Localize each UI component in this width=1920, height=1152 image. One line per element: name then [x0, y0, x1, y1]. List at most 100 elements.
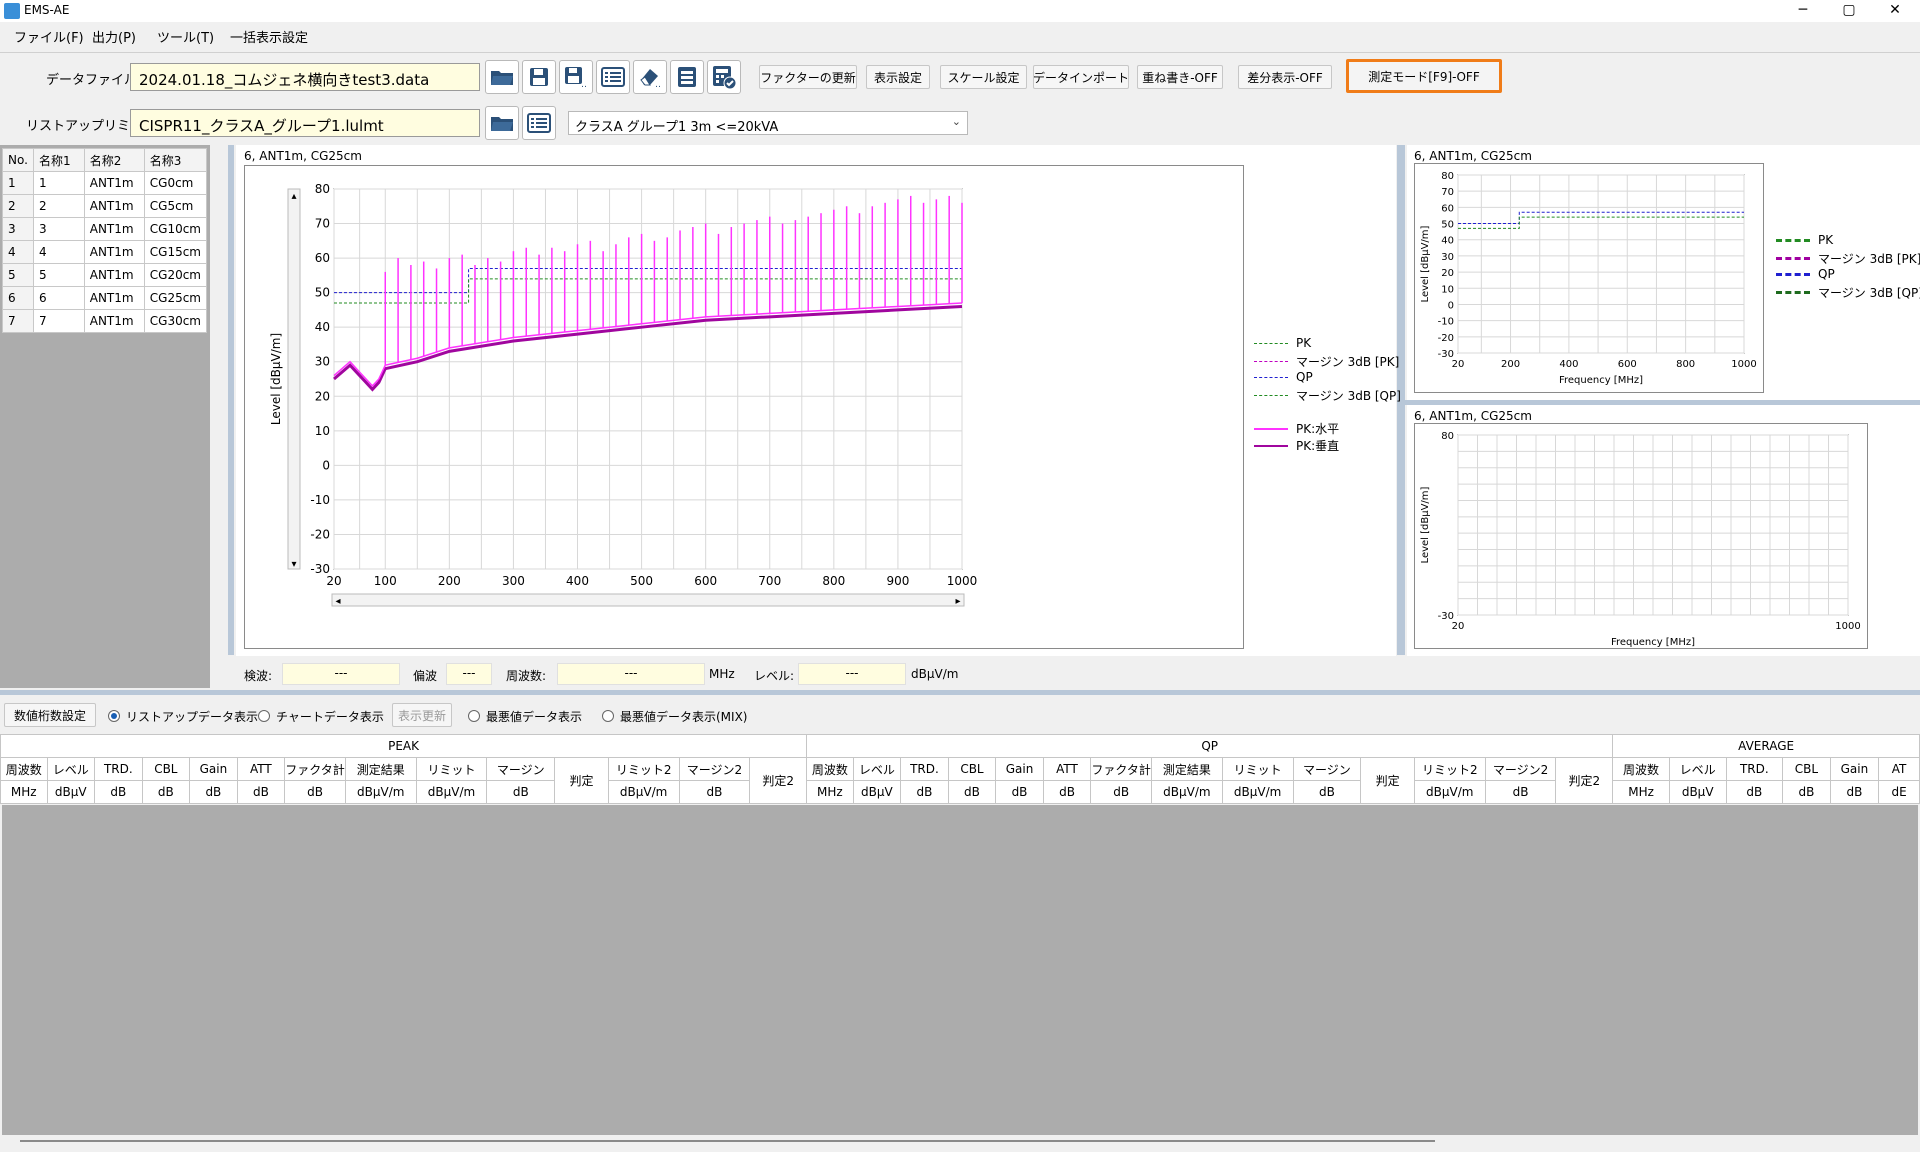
column-header[interactable]: レベル	[46, 757, 96, 781]
radio-chart[interactable]: チャートデータ表示	[258, 708, 384, 725]
list-row[interactable]: 7 7 ANT1m CG30cm	[2, 309, 208, 333]
list-row[interactable]: 6 6 ANT1m CG25cm	[2, 286, 208, 310]
scroll-right-icon: ▸	[955, 596, 960, 607]
close-button[interactable]: ✕	[1872, 0, 1918, 22]
y-tick-label: 40	[1441, 236, 1454, 247]
column-unit: dB	[1090, 780, 1152, 804]
diff-display-toggle-button[interactable]: 差分表示-OFF	[1238, 65, 1332, 89]
column-header[interactable]: ATT	[1042, 757, 1092, 781]
refresh-display-button[interactable]: 表示更新	[392, 703, 452, 727]
column-header[interactable]: 測定結果	[344, 757, 417, 781]
column-header[interactable]: 判定2	[1555, 757, 1614, 804]
data-import-button[interactable]: データインポート	[1033, 65, 1129, 89]
list-row[interactable]: 2 2 ANT1m CG5cm	[2, 194, 208, 218]
vertical-scrollbar[interactable]	[287, 188, 301, 570]
scale-settings-button[interactable]: スケール設定	[940, 65, 1027, 89]
menu-bulk-display[interactable]: 一括表示設定	[230, 27, 308, 46]
column-header[interactable]: 判定	[1360, 757, 1415, 804]
measure-mode-button[interactable]: 測定モード[F9]-OFF	[1346, 59, 1502, 93]
list-icon[interactable]	[596, 60, 630, 94]
column-header[interactable]: 名称1	[32, 148, 85, 172]
menu-file[interactable]: ファイル(F)	[14, 27, 84, 46]
column-header[interactable]: リミット2	[1413, 757, 1486, 781]
right-bottom-chart[interactable]: 80-3020 1000Frequency [MHz]Level [dBμV/m]	[1414, 423, 1868, 649]
column-header[interactable]: CBL	[141, 757, 191, 781]
scroll-up-icon: ▴	[291, 191, 296, 202]
minimize-button[interactable]: ─	[1780, 0, 1826, 22]
column-header[interactable]: マージン2	[678, 757, 751, 781]
column-header[interactable]: TRD.	[900, 757, 949, 781]
x-tick-label: 400	[566, 574, 589, 588]
column-header[interactable]: AT	[1878, 757, 1920, 781]
y-tick-label: 0	[322, 458, 330, 472]
eraser-icon[interactable]: …	[633, 60, 667, 94]
form-icon[interactable]	[670, 60, 704, 94]
horizontal-scrollbar[interactable]	[331, 593, 965, 607]
radio-worst[interactable]: 最悪値データ表示	[468, 708, 582, 725]
column-header[interactable]: マージン	[486, 757, 556, 781]
column-header[interactable]: レベル	[1668, 757, 1727, 781]
group-header: AVERAGE	[1612, 734, 1920, 758]
save-icon[interactable]	[522, 60, 556, 94]
column-header[interactable]: 名称3	[143, 148, 208, 172]
column-header[interactable]: CBL	[947, 757, 997, 781]
column-header[interactable]: リミット2	[607, 757, 680, 781]
data-file-label: データファイル:	[46, 73, 142, 88]
right-top-chart[interactable]: 80706050403020100-10-20-3020 200 400 600 800…	[1414, 163, 1764, 393]
column-header[interactable]: 判定2	[749, 757, 808, 804]
overlay-toggle-button[interactable]: 重ね書き-OFF	[1137, 65, 1223, 89]
open-limit-folder-icon[interactable]	[485, 106, 519, 140]
column-header[interactable]: CBL	[1782, 757, 1831, 781]
radio-worst-mix[interactable]: 最悪値データ表示(MIX)	[602, 708, 747, 725]
column-header[interactable]: ファクタ計	[284, 757, 346, 781]
column-header[interactable]: 周波数	[0, 757, 48, 781]
column-header[interactable]: Gain	[995, 757, 1044, 781]
column-unit: dB	[1042, 780, 1092, 804]
list-row[interactable]: 1 1 ANT1m CG0cm	[2, 171, 208, 195]
column-header[interactable]: 名称2	[83, 148, 145, 172]
column-header[interactable]: 周波数	[1612, 757, 1670, 781]
limit-list-icon[interactable]	[522, 106, 556, 140]
maximize-button[interactable]: ▢	[1826, 0, 1872, 22]
column-header[interactable]: レベル	[852, 757, 902, 781]
save-as-icon[interactable]: …	[559, 60, 593, 94]
calculator-check-icon[interactable]	[707, 60, 741, 94]
list-row[interactable]: 3 3 ANT1m CG10cm	[2, 217, 208, 241]
column-header[interactable]: 判定	[554, 757, 609, 804]
limit-class-select[interactable]: クラスA グループ1 3m <=20kVA ⌄	[568, 111, 968, 135]
column-header[interactable]: リミット	[1221, 757, 1294, 781]
column-header[interactable]: No.	[2, 148, 34, 172]
data-file-field[interactable]: 2024.01.18_コムジェネ横向きtest3.data	[130, 63, 480, 91]
display-settings-button[interactable]: 表示設定	[866, 65, 930, 89]
open-folder-icon[interactable]	[485, 60, 519, 94]
main-chart[interactable]: 80706050403020100-10-20-3020 100 200 300 400…	[244, 165, 1244, 649]
column-header[interactable]: 測定結果	[1150, 757, 1223, 781]
column-header[interactable]: ATT	[236, 757, 286, 781]
splitter[interactable]	[0, 690, 1920, 695]
limit-file-field[interactable]: CISPR11_クラスA_グループ1.lulmt	[130, 109, 480, 137]
column-header[interactable]: リミット	[415, 757, 488, 781]
column-header[interactable]: ファクタ計	[1090, 757, 1152, 781]
legend-label: PK:垂直	[1296, 439, 1340, 453]
column-header[interactable]: マージン	[1292, 757, 1362, 781]
radio-listup[interactable]: リストアップデータ表示	[108, 708, 258, 725]
x-tick-label: 800	[822, 574, 845, 588]
menu-output[interactable]: 出力(P)	[92, 27, 136, 46]
menu-tools[interactable]: ツール(T)	[157, 27, 214, 46]
splitter[interactable]	[228, 145, 234, 655]
x-tick-label: 200	[438, 574, 461, 588]
column-header[interactable]: TRD.	[1725, 757, 1784, 781]
digits-settings-button[interactable]: 数値桁数設定	[4, 703, 96, 727]
column-header[interactable]: TRD.	[94, 757, 143, 781]
horizontal-scrollbar[interactable]	[20, 1140, 1435, 1142]
update-factor-button[interactable]: ファクターの更新	[759, 65, 857, 89]
column-header[interactable]: 周波数	[806, 757, 854, 781]
column-header[interactable]: Gain	[1829, 757, 1880, 781]
column-header[interactable]: マージン2	[1484, 757, 1557, 781]
x-tick-label: 600	[694, 574, 717, 588]
list-row[interactable]: 4 4 ANT1m CG15cm	[2, 240, 208, 264]
list-row[interactable]: 5 5 ANT1m CG20cm	[2, 263, 208, 287]
list-cell: 4	[32, 240, 85, 264]
frequency-value: ---	[557, 663, 705, 685]
column-header[interactable]: Gain	[189, 757, 238, 781]
